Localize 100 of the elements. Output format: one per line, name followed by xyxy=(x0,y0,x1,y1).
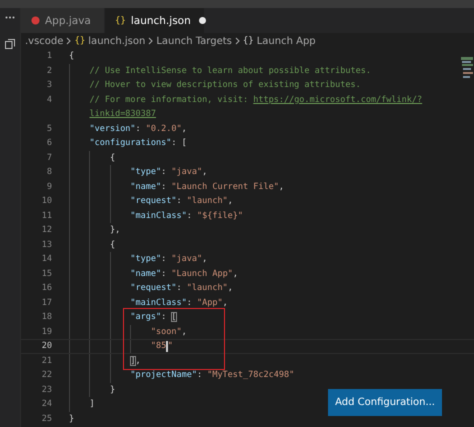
code-token: "85 xyxy=(150,341,166,352)
breadcrumb-item[interactable]: .vscode xyxy=(25,36,64,46)
tab-label: App.java xyxy=(45,14,91,26)
line-number: 13 xyxy=(40,240,52,250)
code-token: , xyxy=(232,268,238,279)
code-token: : xyxy=(196,370,204,380)
code-token: } xyxy=(69,414,74,424)
line-number: 21 xyxy=(40,356,52,366)
braces-icon: {} xyxy=(74,36,86,46)
code-token: "mainClass" xyxy=(130,210,187,221)
code-token: "MyTest_78c2c498" xyxy=(207,370,294,380)
line-number: 11 xyxy=(40,210,52,221)
code-token: // For more information, visit: xyxy=(89,94,250,105)
line-number: 6 xyxy=(46,138,52,148)
code-token: : xyxy=(176,283,183,294)
code-token: "java" xyxy=(171,167,202,178)
more-icon[interactable] xyxy=(5,16,15,19)
code-token: "${file}" xyxy=(196,210,244,221)
code-token: : xyxy=(186,298,193,308)
line-number: 12 xyxy=(40,225,52,236)
java-file-icon xyxy=(31,16,40,25)
code-token: : xyxy=(161,254,168,264)
code-token: "configurations" xyxy=(89,138,172,148)
line-number: 7 xyxy=(46,152,52,163)
code-token: : xyxy=(161,268,168,279)
line-number: 23 xyxy=(40,384,52,395)
code-token: "launch" xyxy=(186,196,228,206)
code-token: { xyxy=(69,51,74,62)
code-token: "name" xyxy=(130,268,162,279)
code-token: : [ xyxy=(171,138,187,148)
split-editor-icon[interactable] xyxy=(5,39,15,49)
line-number: 16 xyxy=(40,283,52,294)
line-number: 22 xyxy=(40,370,52,380)
line-number: 15 xyxy=(40,268,52,279)
chevron-icon xyxy=(148,37,154,45)
line-number: 24 xyxy=(40,399,52,410)
line-number: 14 xyxy=(40,254,52,264)
code-token: "App" xyxy=(196,298,223,308)
braces-icon: {} xyxy=(242,36,254,46)
code-token: "soon" xyxy=(150,326,182,337)
code-token: , xyxy=(228,196,233,206)
code-token: { xyxy=(110,152,116,163)
line-number: 5 xyxy=(46,124,52,134)
line-number: 18 xyxy=(40,312,52,322)
line-number: 10 xyxy=(40,196,52,206)
code-token: "request" xyxy=(130,283,176,294)
breadcrumb-item[interactable]: Launch App xyxy=(256,36,316,46)
code-token: "Launch Current File" xyxy=(171,182,279,192)
code-token: , xyxy=(228,283,233,294)
code-token: : xyxy=(176,196,183,206)
text-cursor xyxy=(166,340,168,352)
code-token: "java" xyxy=(171,254,202,264)
code-token: "type" xyxy=(130,254,162,264)
code-token: ] xyxy=(89,399,95,410)
code-token: , xyxy=(222,298,228,308)
code-token: }, xyxy=(110,225,120,236)
code-token: : xyxy=(186,210,193,221)
code-token: " xyxy=(168,341,173,352)
line-number: 9 xyxy=(46,182,52,192)
code-token: "request" xyxy=(130,196,176,206)
chevron-icon xyxy=(234,37,240,45)
code-token: "name" xyxy=(130,182,162,192)
line-number: 3 xyxy=(46,80,52,90)
code-token: , xyxy=(202,167,208,178)
line-number: 2 xyxy=(46,66,52,76)
code-link[interactable]: https://go.microsoft.com/fwlink/? xyxy=(253,94,422,105)
code-token: "0.2.0" xyxy=(146,124,182,134)
line-number: 1 xyxy=(46,51,52,62)
code-token: , xyxy=(278,182,284,192)
code-token: "projectName" xyxy=(130,370,197,380)
code-token: "args" xyxy=(130,312,162,322)
line-number: 20 xyxy=(40,341,52,352)
breadcrumb-item[interactable]: launch.json xyxy=(88,36,146,46)
editor-tab[interactable]: {} launch.json xyxy=(105,8,205,33)
code-token: : xyxy=(136,124,142,134)
code-token: { xyxy=(110,240,116,250)
code-token: : xyxy=(161,312,168,322)
line-number: 17 xyxy=(40,298,52,308)
editor-tab[interactable]: App.java xyxy=(21,8,105,33)
code-token: : xyxy=(161,182,168,192)
line-number: 8 xyxy=(46,167,52,178)
chevron-icon xyxy=(66,37,72,45)
code-token: "type" xyxy=(130,167,162,178)
code-token: } xyxy=(110,384,116,395)
tab-label: launch.json xyxy=(130,14,191,26)
add-configuration-button[interactable]: Add Configuration... xyxy=(328,389,442,416)
code-token: // Hover to view descriptions of existing attributes. xyxy=(89,80,361,90)
code-token: // Use IntelliSense to learn about possible attributes. xyxy=(89,66,371,76)
code-token: , xyxy=(182,326,187,337)
code-token: "mainClass" xyxy=(130,298,187,308)
braces-icon: {} xyxy=(115,16,126,26)
code-token: , xyxy=(202,254,208,264)
code-token: "version" xyxy=(89,124,136,134)
code-token: , xyxy=(136,356,141,366)
line-number: 19 xyxy=(40,326,52,337)
line-number: 25 xyxy=(40,414,52,424)
breadcrumb-item[interactable]: Launch Targets xyxy=(156,36,232,46)
code-token: "launch" xyxy=(186,283,228,294)
code-link[interactable]: linkid=830387 xyxy=(89,109,156,120)
line-number: 4 xyxy=(46,94,52,105)
